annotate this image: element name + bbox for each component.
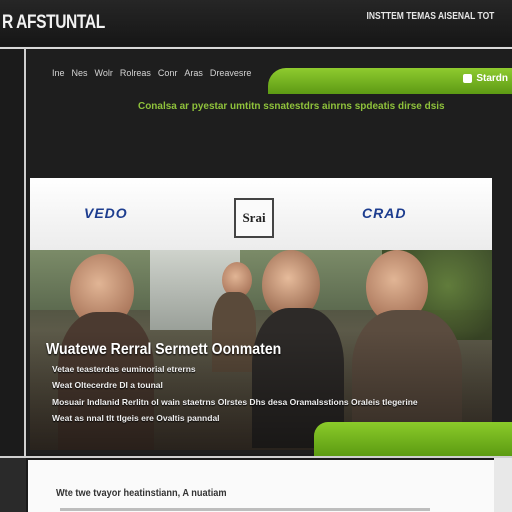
signin-button[interactable]: Stardn [463,73,508,84]
partner-seal[interactable]: Srai [234,198,274,238]
tagline: Conalsa ar pyestar umtitn ssnatestdrs ai… [138,100,445,112]
nav-item[interactable]: Dreavesre [210,68,252,82]
section-divider [0,456,512,458]
hero-cta-button[interactable] [314,422,512,456]
site-logo[interactable]: R AFSTUNTAL [2,12,105,34]
header-divider [0,47,512,49]
main-nav: Ine Nes Wolr Rolreas Conr Aras Dreavesre [52,68,251,82]
lower-text-placeholder [60,508,430,511]
hero-text-line: Vetae teasterdas euminorial etrerns [52,364,196,374]
lower-section-title: Wte twe tvayor heatinstiann, A nuatiam [56,488,227,499]
user-icon [463,74,473,83]
nav-item[interactable]: Nes [72,68,88,82]
nav-item[interactable]: Aras [184,68,203,82]
nav-item[interactable]: Conr [158,68,178,82]
lower-left-edge [0,458,26,512]
lower-right-edge [494,458,512,512]
hero-title: Wuatewe Rerral Sermett Oonmaten [46,341,282,358]
signin-label: Stardn [476,73,508,84]
left-rule [24,48,26,458]
nav-item[interactable]: Wolr [95,68,113,82]
nav-item[interactable]: Ine [52,68,65,82]
nav-item[interactable]: Rolreas [120,68,151,82]
partner-logo-right[interactable]: CRAD [362,205,406,221]
partner-logo-left[interactable]: VEDO [84,205,128,221]
top-links[interactable]: INSTTEM TEMAS AISENAL TOT [366,11,494,22]
hero-text-line: Weat as nnal tlt tlgeis ere Ovaltis pann… [52,413,220,423]
hero-text-line: Mosuair Indlanid Rerlitn ol wain staetrn… [52,397,418,407]
hero-text-line: Weat Oltecerdre DI a tounal [52,380,163,390]
lower-section [28,460,494,512]
